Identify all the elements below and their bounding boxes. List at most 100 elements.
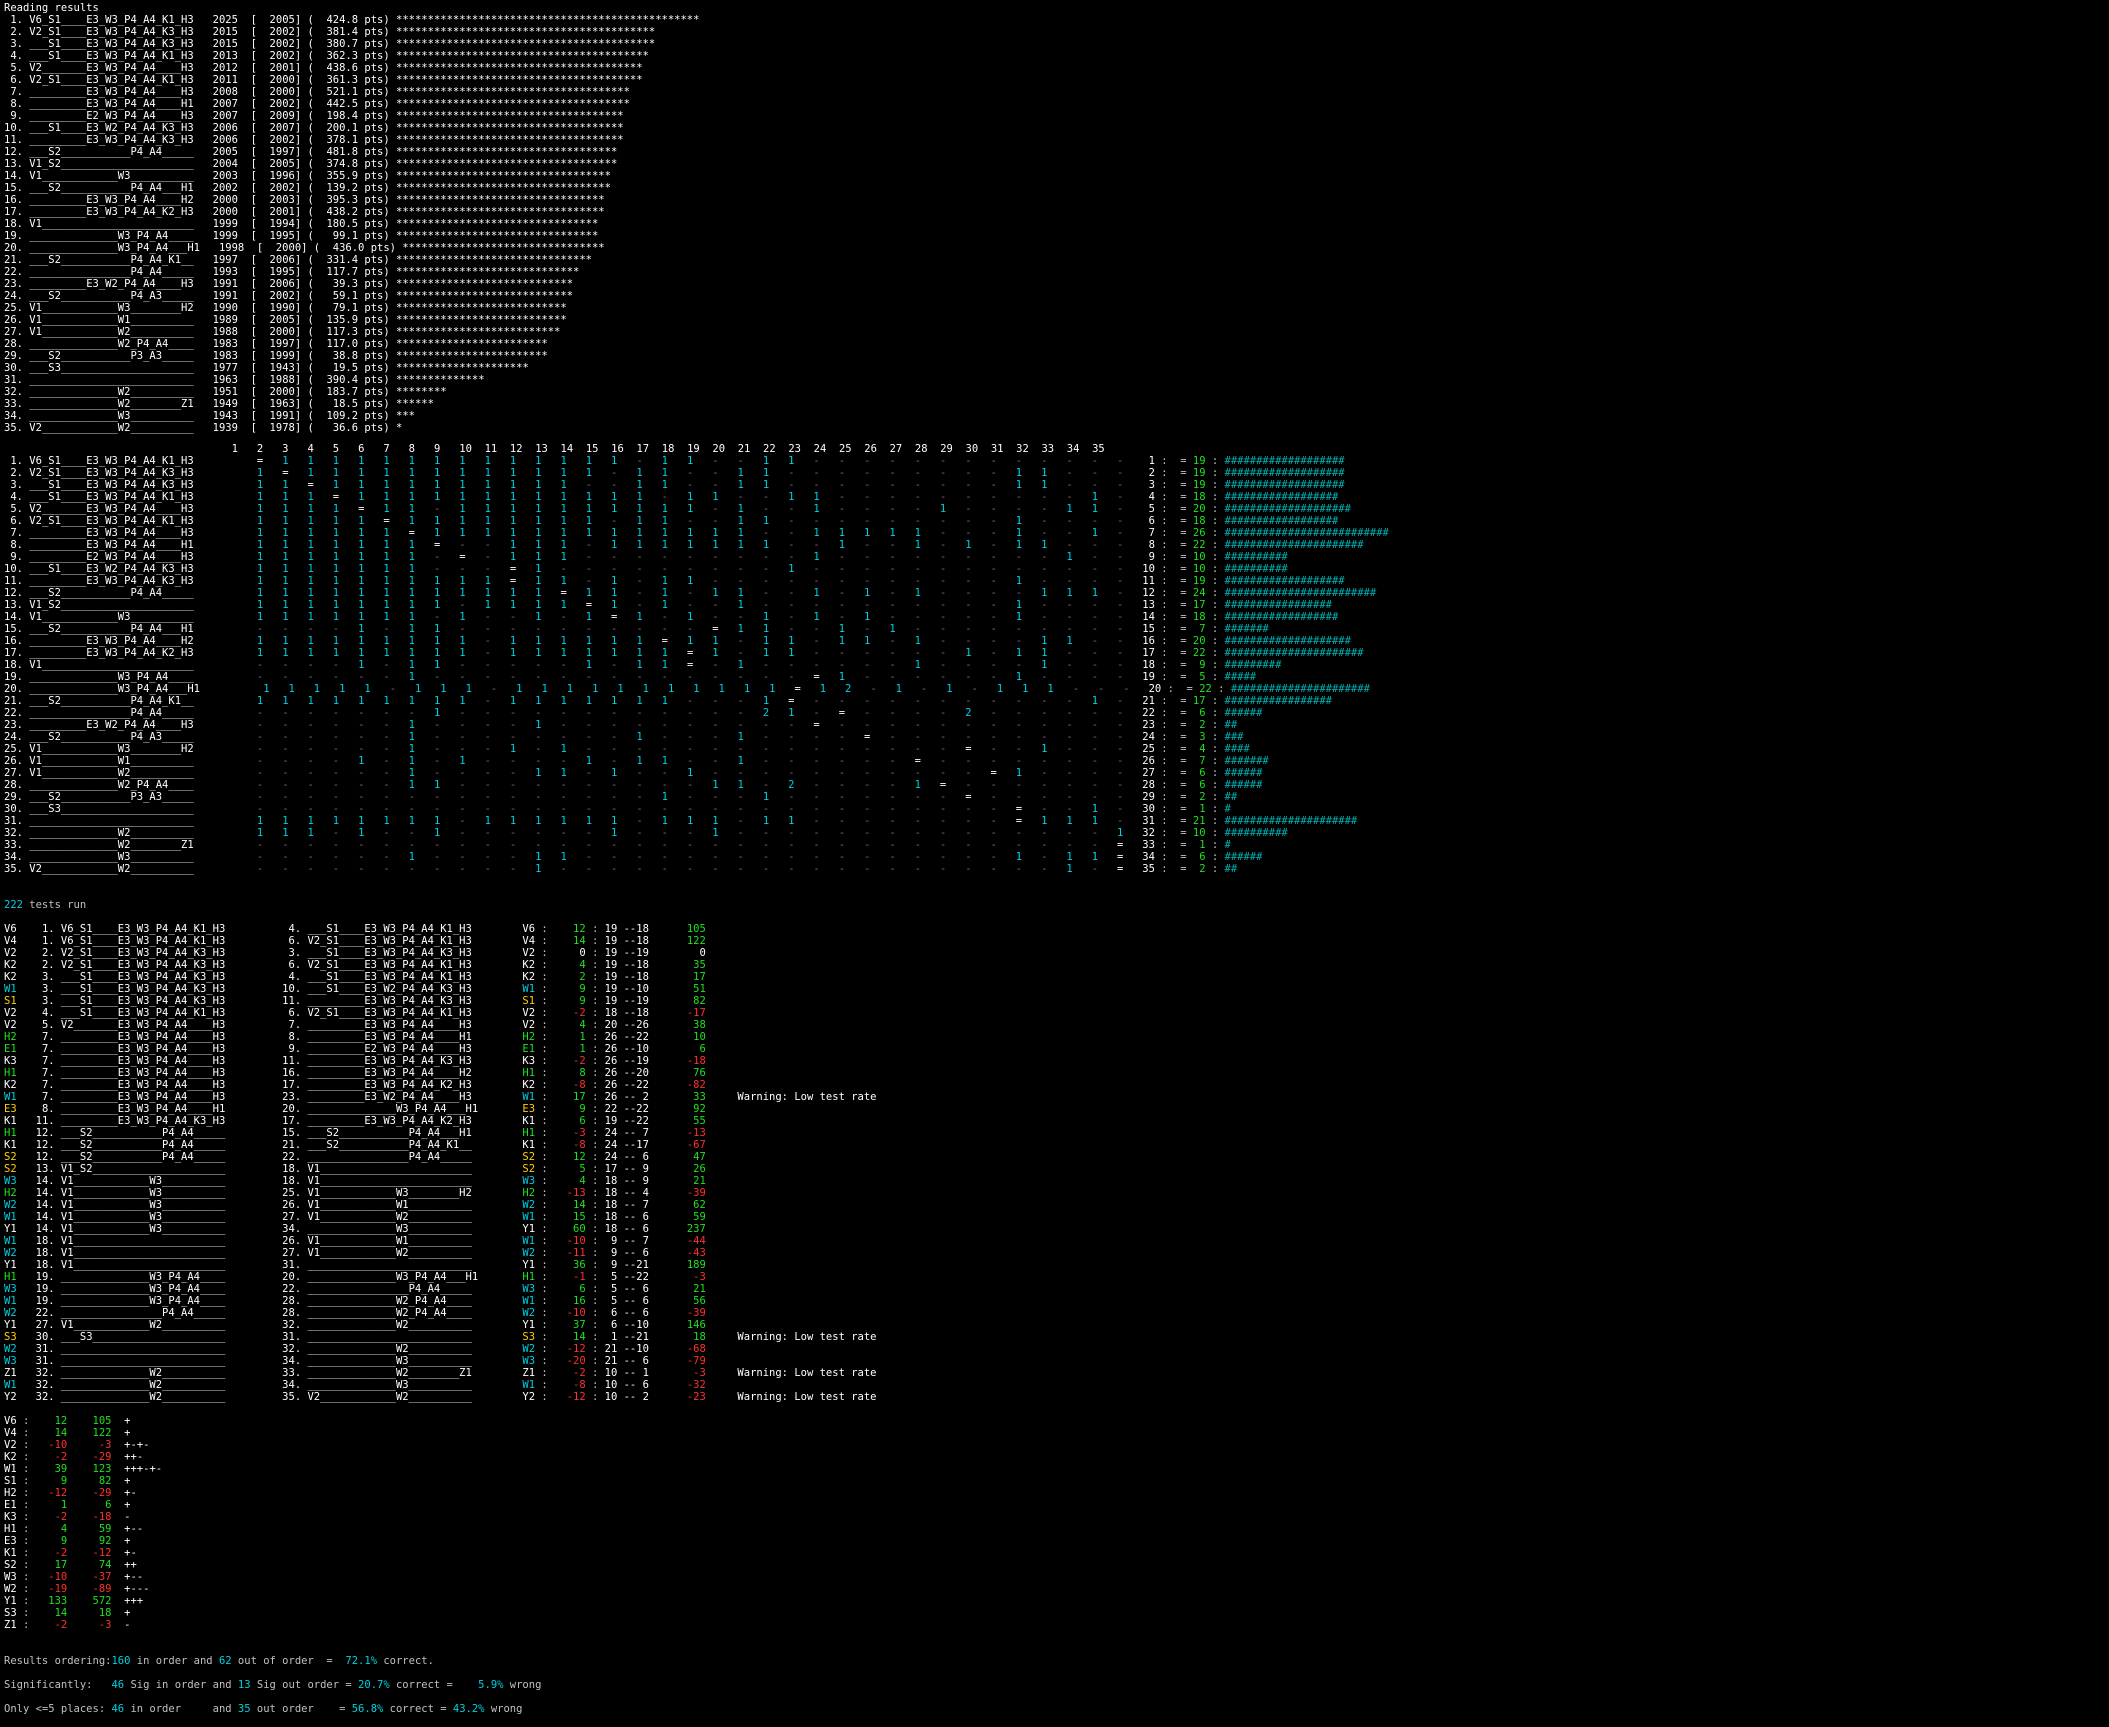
matrix-cell: 1 xyxy=(1066,851,1092,863)
result-sep: [ xyxy=(237,386,270,398)
pair-s: E3 xyxy=(522,1103,536,1115)
result-row: 32. ______________W2__________ 1951 [ 20… xyxy=(4,386,699,398)
matrix-cell: - xyxy=(611,707,637,719)
summary-value-a: -2 xyxy=(41,1619,68,1631)
result-sep: [ xyxy=(237,194,270,206)
pair-v2: 26 xyxy=(674,1163,706,1175)
result-sep xyxy=(194,158,213,170)
matrix-cell: 1 xyxy=(332,455,359,467)
matrix-cell: - xyxy=(838,815,865,827)
pair-m: 24 xyxy=(604,1151,618,1163)
pair-a: 1. V6_S1____E3_W3_P4_A4_K1_H3 xyxy=(35,923,264,935)
matrix-row-label: ______________W2__________ xyxy=(29,827,194,839)
result-best: 1997 xyxy=(269,338,295,350)
result-row: 31. __________________________ 1963 [ 19… xyxy=(4,374,699,386)
result-sep xyxy=(194,230,213,242)
matrix-cell: 1 xyxy=(358,491,384,503)
pair-a: 4. ___S1____E3_W3_P4_A4_K1_H3 xyxy=(35,1007,264,1019)
matrix-cell: - xyxy=(535,827,561,839)
matrix-cell: - xyxy=(535,623,561,635)
result-sep: [ xyxy=(237,98,270,110)
matrix-cell: - xyxy=(712,455,738,467)
matrix-cell: 1 xyxy=(661,587,687,599)
matrix-cell: - xyxy=(889,863,915,875)
matrix-cell: 1 xyxy=(358,599,384,611)
pair-code: K2 xyxy=(4,1079,17,1091)
pair-b: 3. ___S1____E3_W3_P4_A4_K3_H3 xyxy=(282,947,510,959)
result-sep: pts) xyxy=(358,362,397,374)
result-sep: [ xyxy=(237,290,270,302)
matrix-row-index: 27 xyxy=(1142,767,1155,779)
pair-row: H2 14. V1____________W3__________ 25. V1… xyxy=(4,1187,706,1199)
matrix-cell: 1 xyxy=(459,467,485,479)
matrix-row: 27. V1____________W2__________ - - - - -… xyxy=(4,767,1263,779)
matrix-cell: 1 xyxy=(838,671,865,683)
matrix-cell: - xyxy=(990,635,1016,647)
summary-value-b: 572 xyxy=(86,1595,112,1607)
matrix-row-number: 12. xyxy=(4,587,30,599)
matrix-cell: - xyxy=(332,839,359,851)
matrix-cell: - xyxy=(813,707,839,719)
matrix-cell: 1 xyxy=(256,815,283,827)
result-row: 27. V1____________W2__________ 1988 [ 20… xyxy=(4,326,699,338)
matrix-cell: 1 xyxy=(408,563,434,575)
pair-d: --18 xyxy=(623,1007,649,1019)
matrix-cell: - xyxy=(1041,491,1067,503)
matrix-cell: 1 xyxy=(282,515,308,527)
result-sep: pts) xyxy=(358,230,397,242)
matrix-cell: - xyxy=(459,659,485,671)
pair-code: H1 xyxy=(4,1127,17,1139)
result-label: ______________W2__________ xyxy=(29,386,194,398)
matrix-row-label: V1____________W1__________ xyxy=(29,755,194,767)
matrix-cell: 1 xyxy=(864,587,890,599)
result-sep: ] ( xyxy=(294,206,321,218)
pair-d: -- 6 xyxy=(623,1355,649,1367)
matrix-cell: - xyxy=(737,671,763,683)
pair-b: 11. _________E3_W3_P4_A4_K3_H3 xyxy=(282,995,510,1007)
matrix-cell: - xyxy=(864,503,890,515)
pair-d: -- 7 xyxy=(623,1199,649,1211)
summary-symbols: +++-+- xyxy=(124,1463,163,1475)
matrix-cell: - xyxy=(1066,743,1092,755)
matrix-cell: - xyxy=(1015,455,1042,467)
matrix-cell: = xyxy=(686,647,713,659)
matrix-cell: - xyxy=(1116,503,1143,515)
result-label: _________E3_W3_P4_A4____H3 xyxy=(29,86,194,98)
matrix-cell: = xyxy=(1015,803,1042,815)
matrix-cell: 1 xyxy=(560,647,586,659)
matrix-cell: - xyxy=(686,671,713,683)
matrix-cell: 1 xyxy=(408,515,434,527)
matrix-cell: 1 xyxy=(535,863,561,875)
summary-symbols: +- xyxy=(124,1487,137,1499)
matrix-cell: 1 xyxy=(686,815,713,827)
matrix-row-score: 26 xyxy=(1192,527,1206,539)
matrix-cell: - xyxy=(990,815,1016,827)
matrix-cell: 1 xyxy=(560,455,586,467)
matrix-cell: 1 xyxy=(712,527,738,539)
pair-row: H1 19. ______________W3_P4_A4____ 20. __… xyxy=(4,1271,706,1283)
pair-row: K1 11. _________E3_W3_P4_A4_K3_H3 17. __… xyxy=(4,1115,706,1127)
matrix-cell: - xyxy=(358,863,384,875)
matrix-cell: 1 xyxy=(256,587,283,599)
matrix-cell: 1 xyxy=(686,575,713,587)
pair-row: K2 7. _________E3_W3_P4_A4____H3 17. ___… xyxy=(4,1079,706,1091)
summary-key: K1 xyxy=(4,1547,17,1559)
matrix-cell: - xyxy=(560,563,586,575)
result-sep: pts) xyxy=(358,266,397,278)
matrix-cell: 1 xyxy=(686,527,713,539)
matrix-row: 13. V1_S2_____________________ 1 1 1 1 1… xyxy=(4,599,1332,611)
matrix-cell: - xyxy=(611,467,637,479)
pair-b: 9. _________E2_W3_P4_A4____H3 xyxy=(282,1043,510,1055)
matrix-cell: 1 xyxy=(1015,647,1042,659)
result-label: ___S2___________P3_A3_____ xyxy=(29,350,194,362)
matrix-cell: - xyxy=(965,611,991,623)
pair-v1: 12 xyxy=(560,1151,586,1163)
matrix-cell: - xyxy=(788,839,814,851)
matrix-cell: 1 xyxy=(611,575,637,587)
matrix-row-number: 30. xyxy=(4,803,30,815)
matrix-cell: - xyxy=(864,851,890,863)
matrix-cell: - xyxy=(1015,551,1042,563)
matrix-cell: 1 xyxy=(611,827,637,839)
matrix-cell: - xyxy=(307,671,333,683)
result-label: V1____________W1__________ xyxy=(29,314,194,326)
